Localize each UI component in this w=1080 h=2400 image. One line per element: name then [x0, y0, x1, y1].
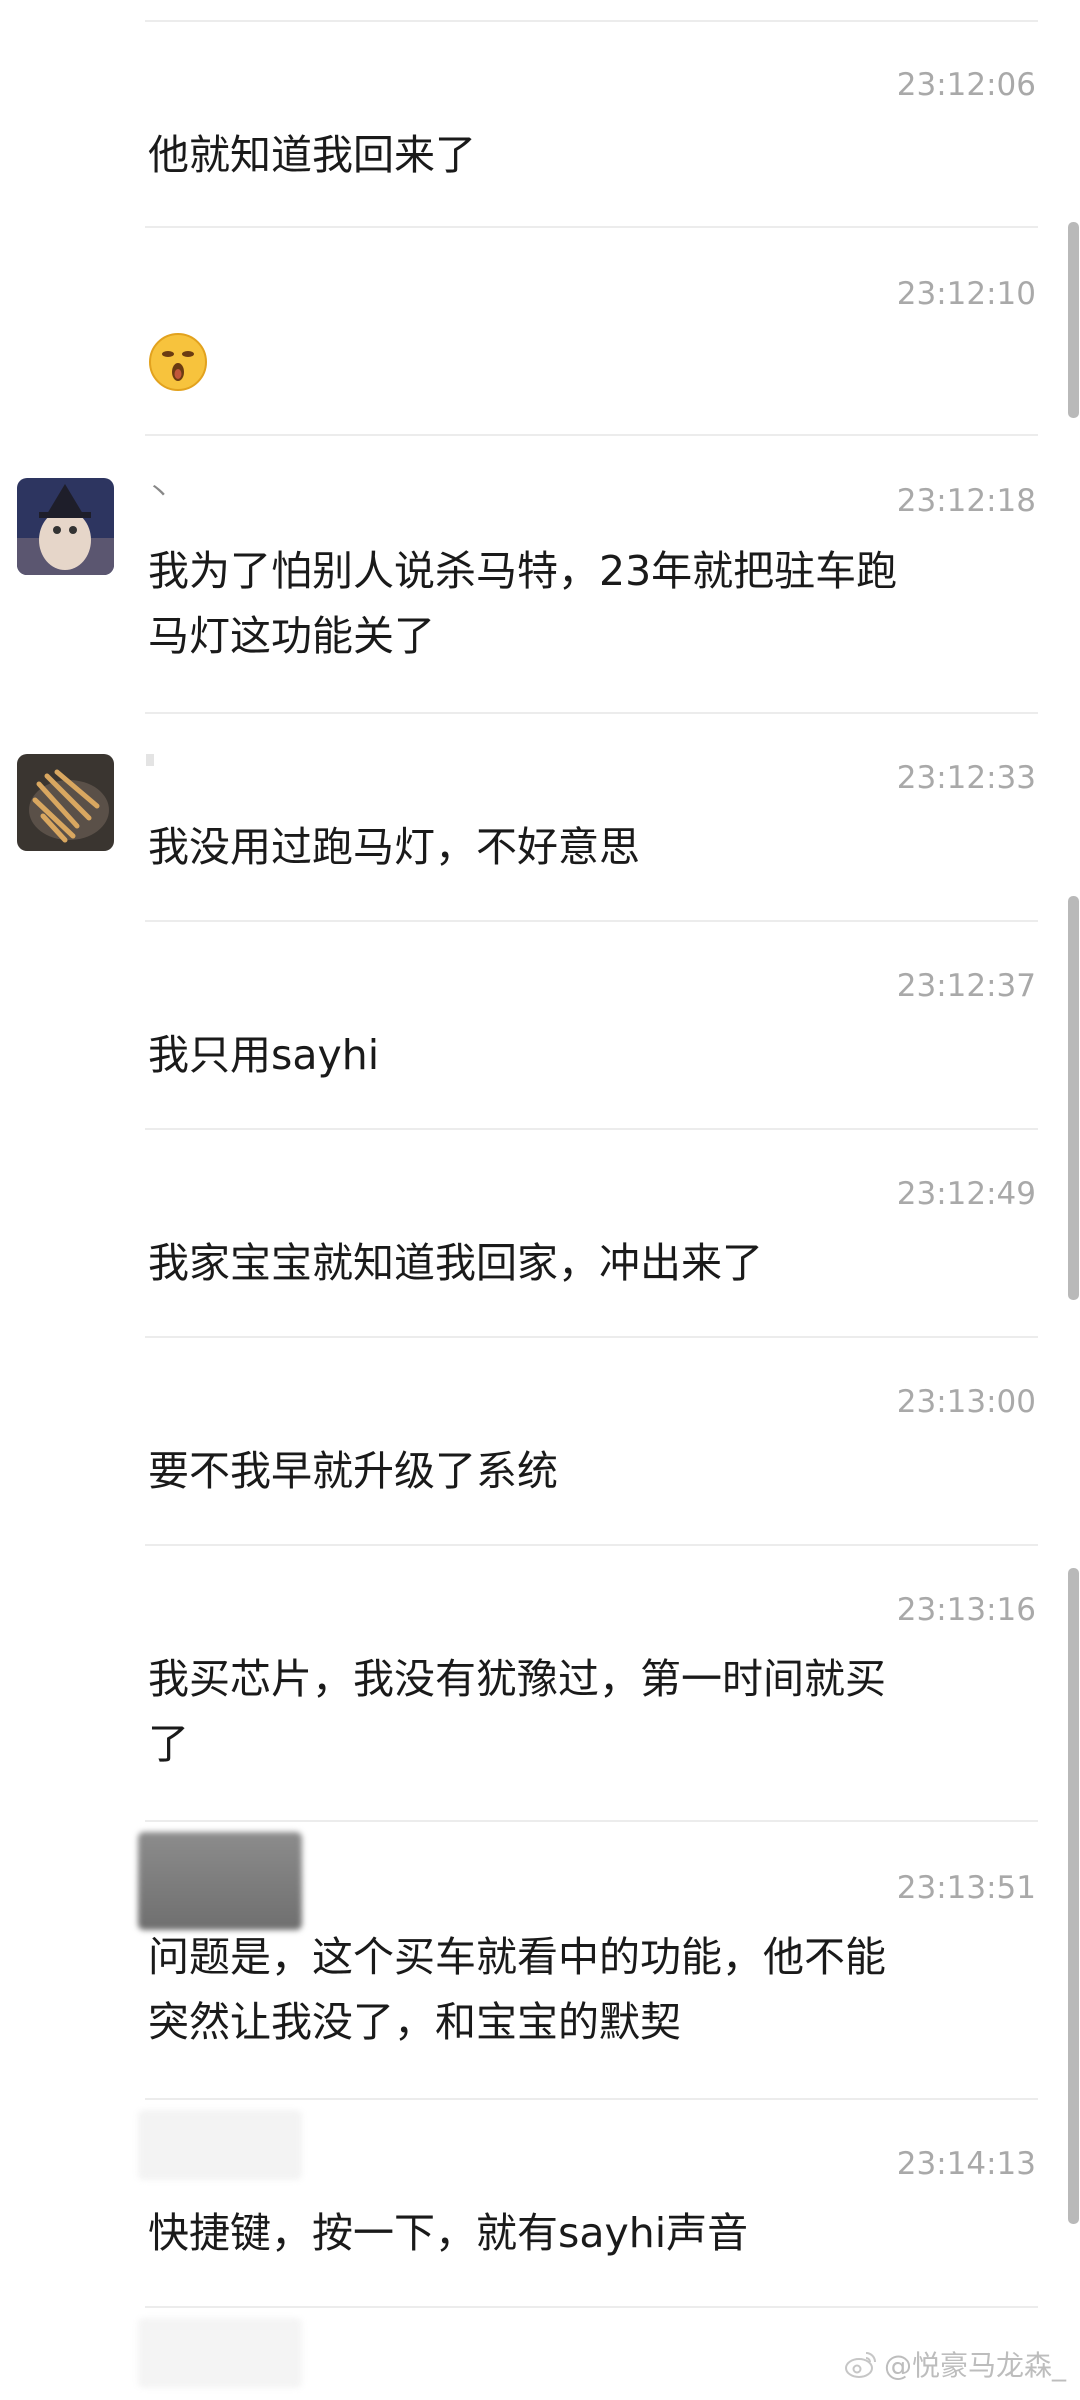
message-text: 我为了怕别人说杀马特，23年就把驻车跑 马灯这功能关了	[148, 547, 898, 660]
message-text: 我没用过跑马灯，不好意思	[148, 823, 640, 871]
message-time: 23:12:10	[896, 276, 1036, 312]
message-item[interactable]: 23:12:33 我没用过跑马灯，不好意思	[0, 714, 1080, 920]
message-item[interactable]: 23:12:10	[0, 228, 1080, 436]
sender-name: 丶	[146, 478, 173, 508]
message-time: 23:12:37	[896, 968, 1036, 1004]
divider	[145, 2306, 1038, 2308]
weibo-icon	[844, 2352, 876, 2378]
blurred-sender-name	[138, 2318, 302, 2388]
message-time: 23:12:06	[896, 67, 1036, 103]
message-item[interactable]: 23:12:37 我只用sayhi	[0, 922, 1080, 1128]
sender-name	[146, 754, 154, 766]
message-item[interactable]: 23:12:06 他就知道我回来了	[0, 20, 1080, 228]
message-text: 问题是，这个买车就看中的功能，他不能 突然让我没了，和宝宝的默契	[148, 1933, 886, 2046]
message-text: 要不我早就升级了系统	[148, 1447, 558, 1495]
blurred-sender-name	[138, 1832, 302, 1930]
message-time: 23:12:49	[896, 1176, 1036, 1212]
scrollbar[interactable]	[1068, 1568, 1079, 2224]
message-time: 23:13:51	[896, 1870, 1036, 1906]
message-time: 23:14:13	[896, 2146, 1036, 2182]
message-time: 23:13:16	[896, 1592, 1036, 1628]
surprised-face-emoji	[149, 333, 207, 391]
message-item[interactable]: 23:13:51 问题是，这个买车就看中的功能，他不能 突然让我没了，和宝宝的默…	[0, 1822, 1080, 2098]
scrollbar[interactable]	[1068, 222, 1079, 418]
message-text: 我只用sayhi	[148, 1031, 380, 1079]
avatar[interactable]	[17, 754, 114, 851]
message-time: 23:13:00	[896, 1384, 1036, 1420]
message-time: 23:12:33	[896, 760, 1036, 796]
message-item[interactable]: 23:13:16 我买芯片，我没有犹豫过，第一时间就买 了	[0, 1546, 1080, 1820]
message-item[interactable]: 23:14:13 快捷键，按一下，就有sayhi声音	[0, 2100, 1080, 2306]
scrollbar[interactable]	[1068, 896, 1079, 1300]
watermark-text: @悦豪马龙森_	[883, 2349, 1066, 2382]
avatar[interactable]	[17, 478, 114, 575]
message-text: 我家宝宝就知道我回家，冲出来了	[148, 1239, 763, 1287]
message-text: 他就知道我回来了	[148, 131, 476, 179]
blurred-sender-name	[138, 2110, 302, 2180]
message-item[interactable]: 丶 23:12:18 我为了怕别人说杀马特，23年就把驻车跑 马灯这功能关了	[0, 436, 1080, 712]
message-time: 23:12:18	[896, 483, 1036, 519]
message-item[interactable]: 23:12:49 我家宝宝就知道我回家，冲出来了	[0, 1130, 1080, 1336]
message-item[interactable]: 23:13:00 要不我早就升级了系统	[0, 1338, 1080, 1544]
message-text: 我买芯片，我没有犹豫过，第一时间就买 了	[148, 1655, 886, 1768]
watermark: @悦豪马龙森_	[844, 2344, 1066, 2384]
message-text: 快捷键，按一下，就有sayhi声音	[148, 2209, 749, 2257]
